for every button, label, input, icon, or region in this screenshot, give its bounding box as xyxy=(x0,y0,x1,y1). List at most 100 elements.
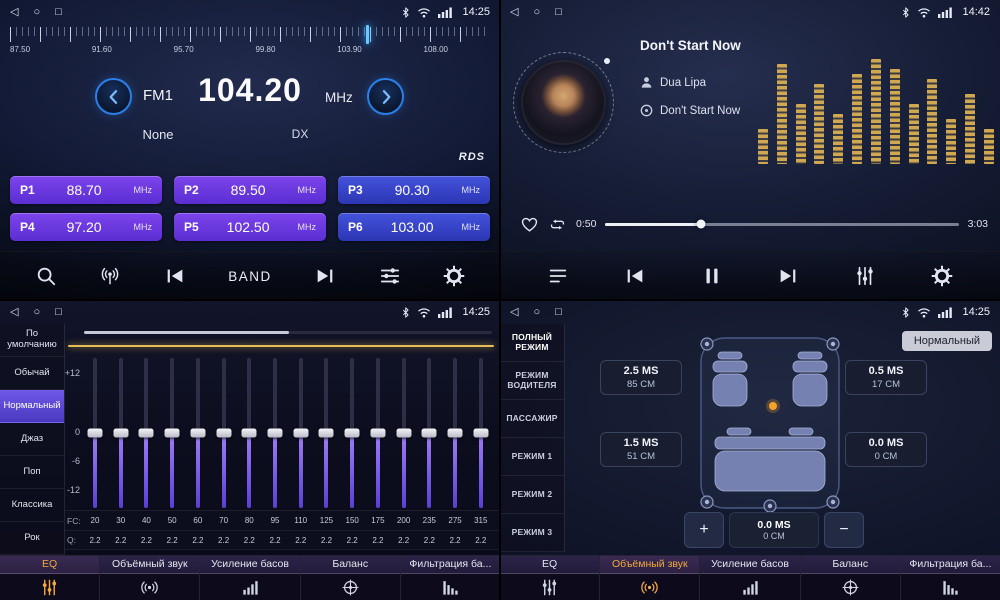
seek-knob[interactable] xyxy=(696,220,705,229)
mixer-button[interactable] xyxy=(371,261,409,291)
nav-recents-icon[interactable]: □ xyxy=(555,7,562,18)
preset-button-p5[interactable]: P5102.50MHz xyxy=(174,213,326,241)
eq-band-slider-60[interactable] xyxy=(187,358,209,508)
nav-home-icon[interactable]: ○ xyxy=(533,7,540,18)
seek-bar[interactable] xyxy=(605,223,958,226)
eq-band-slider-20[interactable] xyxy=(84,358,106,508)
nav-home-icon[interactable]: ○ xyxy=(33,307,40,318)
surround-mode-4[interactable]: РЕЖИМ 2 xyxy=(500,476,564,514)
tab-surround[interactable]: Объёмный звук xyxy=(99,556,199,600)
nav-recents-icon[interactable]: □ xyxy=(555,307,562,318)
eq-knob[interactable] xyxy=(113,429,128,438)
surround-mode-1[interactable]: РЕЖИМ ВОДИТЕЛЯ xyxy=(500,362,564,400)
tab-eq[interactable]: EQ xyxy=(500,556,599,600)
eq-knob[interactable] xyxy=(345,429,360,438)
eq-knob[interactable] xyxy=(473,429,488,438)
surround-mode-5[interactable]: РЕЖИМ 3 xyxy=(500,514,564,552)
eq-band-slider-200[interactable] xyxy=(393,358,415,508)
eq-knob[interactable] xyxy=(422,429,437,438)
eq-preset-0[interactable]: По умолчанию xyxy=(0,324,64,357)
band-button[interactable]: BAND xyxy=(220,265,280,288)
tune-up-button[interactable] xyxy=(367,78,404,115)
eq-band-slider-70[interactable] xyxy=(213,358,235,508)
eq-band-slider-235[interactable] xyxy=(418,358,440,508)
favorite-button[interactable] xyxy=(520,215,539,234)
eq-knob[interactable] xyxy=(190,429,205,438)
preset-button-p1[interactable]: P188.70MHz xyxy=(10,176,162,204)
preset-button-p6[interactable]: P6103.00MHz xyxy=(338,213,490,241)
pause-button[interactable] xyxy=(693,261,731,291)
settings-button[interactable] xyxy=(923,261,961,291)
surround-mode-3[interactable]: РЕЖИМ 1 xyxy=(500,438,564,476)
eq-band-slider-315[interactable] xyxy=(470,358,492,508)
next-track-button[interactable] xyxy=(769,261,807,291)
delay-rear-left[interactable]: 1.5 MS 51 CM xyxy=(600,432,682,467)
next-station-button[interactable] xyxy=(306,261,344,291)
tune-down-button[interactable] xyxy=(95,78,132,115)
nav-back-icon[interactable]: ◁ xyxy=(510,307,518,318)
nav-home-icon[interactable]: ○ xyxy=(533,307,540,318)
eq-band-slider-110[interactable] xyxy=(290,358,312,508)
playlist-button[interactable] xyxy=(539,261,577,291)
eq-band-slider-275[interactable] xyxy=(444,358,466,508)
eq-knob[interactable] xyxy=(319,429,334,438)
delay-rear-right[interactable]: 0.0 MS 0 CM xyxy=(845,432,927,467)
previous-track-button[interactable] xyxy=(616,261,654,291)
preset-button-p2[interactable]: P289.50MHz xyxy=(174,176,326,204)
nav-back-icon[interactable]: ◁ xyxy=(10,7,18,18)
eq-preset-4[interactable]: Поп xyxy=(0,456,64,489)
profile-button[interactable]: Нормальный xyxy=(902,331,992,351)
nav-recents-icon[interactable]: □ xyxy=(55,7,62,18)
nav-home-icon[interactable]: ○ xyxy=(33,7,40,18)
eq-band-slider-175[interactable] xyxy=(367,358,389,508)
eq-band-slider-40[interactable] xyxy=(135,358,157,508)
eq-knob[interactable] xyxy=(216,429,231,438)
eq-knob[interactable] xyxy=(88,429,103,438)
tab-bass-boost[interactable]: Усиление басов xyxy=(699,556,799,600)
eq-band-slider-125[interactable] xyxy=(315,358,337,508)
eq-preset-3[interactable]: Джаз xyxy=(0,423,64,456)
surround-mode-2[interactable]: ПАССАЖИР xyxy=(500,400,564,438)
eq-knob[interactable] xyxy=(370,429,385,438)
previous-station-button[interactable] xyxy=(156,261,194,291)
eq-knob[interactable] xyxy=(242,429,257,438)
tab-filter[interactable]: Фильтрация ба... xyxy=(900,556,1000,600)
eq-preset-2[interactable]: Нормальный xyxy=(0,390,64,423)
eq-knob[interactable] xyxy=(139,429,154,438)
repeat-button[interactable] xyxy=(548,215,567,234)
eq-sliders-button[interactable] xyxy=(846,261,884,291)
eq-band-slider-95[interactable] xyxy=(264,358,286,508)
tab-bass-boost[interactable]: Усиление басов xyxy=(199,556,299,600)
eq-band-slider-50[interactable] xyxy=(161,358,183,508)
nav-recents-icon[interactable]: □ xyxy=(55,307,62,318)
delay-front-left[interactable]: 2.5 MS 85 CM xyxy=(600,360,682,395)
eq-preset-5[interactable]: Классика xyxy=(0,489,64,522)
nav-back-icon[interactable]: ◁ xyxy=(510,7,518,18)
eq-knob[interactable] xyxy=(165,429,180,438)
tab-eq[interactable]: EQ xyxy=(0,556,99,600)
eq-knob[interactable] xyxy=(268,429,283,438)
decrease-delay-button[interactable]: − xyxy=(824,512,864,548)
surround-mode-0[interactable]: ПОЛНЫЙ РЕЖИМ xyxy=(500,324,564,362)
eq-band-slider-80[interactable] xyxy=(238,358,260,508)
eq-preset-1[interactable]: Обычай xyxy=(0,357,64,390)
eq-preset-6[interactable]: Рок xyxy=(0,522,64,555)
search-button[interactable] xyxy=(27,261,65,291)
preset-button-p4[interactable]: P497.20MHz xyxy=(10,213,162,241)
tab-filter[interactable]: Фильтрация ба... xyxy=(400,556,500,600)
increase-delay-button[interactable]: + xyxy=(684,512,724,548)
eq-knob[interactable] xyxy=(293,429,308,438)
nav-back-icon[interactable]: ◁ xyxy=(10,307,18,318)
scrollbar-thumb[interactable] xyxy=(84,331,289,334)
settings-button[interactable] xyxy=(435,261,473,291)
eq-knob[interactable] xyxy=(396,429,411,438)
tab-balance[interactable]: Баланс xyxy=(800,556,900,600)
eq-knob[interactable] xyxy=(448,429,463,438)
broadcast-scan-button[interactable] xyxy=(91,261,129,291)
eq-band-slider-30[interactable] xyxy=(110,358,132,508)
preset-button-p3[interactable]: P390.30MHz xyxy=(338,176,490,204)
delay-front-right[interactable]: 0.5 MS 17 CM xyxy=(845,360,927,395)
tab-surround[interactable]: Объёмный звук xyxy=(599,556,699,600)
tab-balance[interactable]: Баланс xyxy=(300,556,400,600)
eq-band-slider-150[interactable] xyxy=(341,358,363,508)
